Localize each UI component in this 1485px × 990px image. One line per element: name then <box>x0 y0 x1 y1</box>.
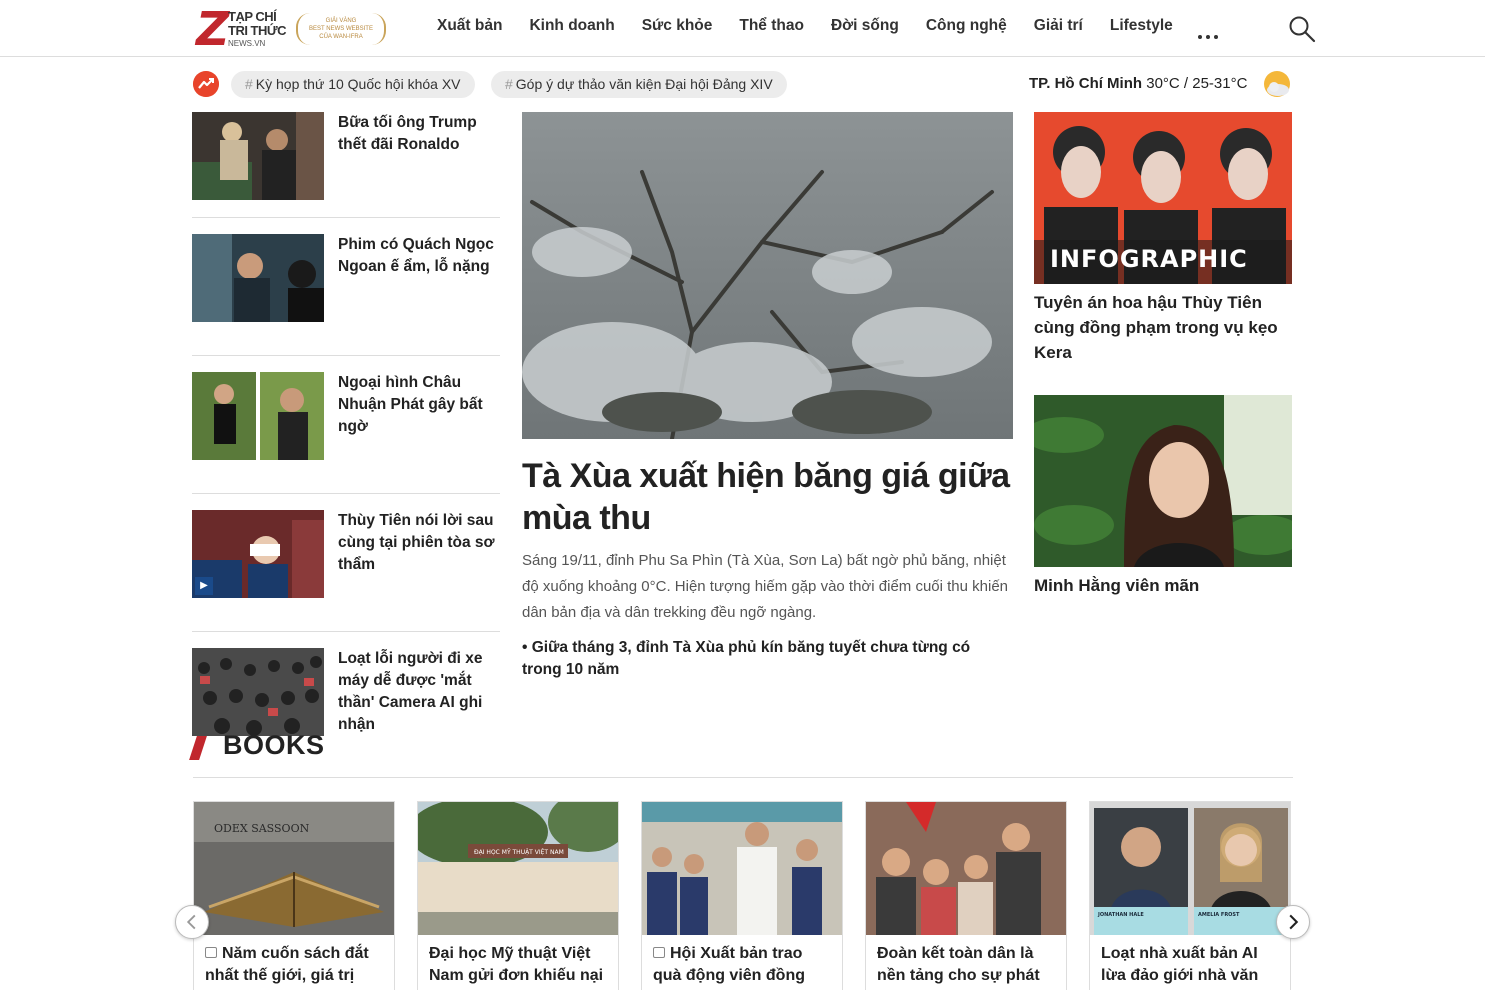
infographic-label: INFOGRAPHIC <box>1050 245 1248 273</box>
book-card[interactable]: Hội Xuất bản trao quà động viên đồng <box>641 801 843 990</box>
carousel-prev-icon[interactable] <box>175 905 209 939</box>
list-item[interactable]: ▶ Thùy Tiên nói lời sau cùng tại phiên t… <box>192 510 500 632</box>
nav-item-xuat-ban[interactable]: Xuất bản <box>437 17 502 35</box>
card-title[interactable]: Năm cuốn sách đắt nhất thế giới, giá trị <box>205 945 369 984</box>
nav-item-cong-nghe[interactable]: Công nghệ <box>926 17 1007 35</box>
video-play-icon[interactable]: ▶ <box>195 577 213 595</box>
hero-title[interactable]: Tà Xùa xuất hiện băng giá giữa mùa thu <box>522 455 1013 539</box>
trending-tag[interactable]: # Góp ý dự thảo văn kiện Đại hội Đảng XIV <box>491 71 787 98</box>
article-title[interactable]: Loạt lỗi người đi xe máy dễ được 'mắt th… <box>338 648 500 736</box>
card-image[interactable] <box>866 802 1066 935</box>
weather-widget[interactable]: TP. Hồ Chí Minh 30°C / 25-31°C <box>1029 75 1247 92</box>
card-title[interactable]: Loạt nhà xuất bản AI lừa đảo giới nhà vă… <box>1101 945 1258 984</box>
trending-icon <box>193 71 219 97</box>
weather-city: TP. Hồ Chí Minh <box>1029 75 1143 92</box>
card-title[interactable]: Đại học Mỹ thuật Việt Nam gửi đơn khiếu … <box>429 945 603 984</box>
list-item[interactable]: Ngoại hình Châu Nhuận Phát gây bất ngờ <box>192 372 500 494</box>
partly-cloudy-icon <box>1264 71 1290 97</box>
tag-label: Góp ý dự thảo văn kiện Đại hội Đảng XIV <box>515 76 773 92</box>
article-thumbnail[interactable] <box>1034 395 1292 567</box>
books-section-header: BOOKS <box>189 730 1293 778</box>
site-logo[interactable]: Z TẠP CHÍ TRI THỨC NEWS.VN <box>196 2 288 56</box>
person-name: JONATHAN HALE <box>1097 912 1144 918</box>
left-article-list: Bữa tối ông Trump thết đãi Ronaldo Phim … <box>192 112 500 770</box>
photo-icon <box>205 947 217 958</box>
article-thumbnail[interactable] <box>192 648 324 736</box>
card-title[interactable]: Hội Xuất bản trao quà động viên đồng <box>653 945 805 984</box>
card-image[interactable] <box>642 802 842 935</box>
article-thumbnail[interactable]: INFOGRAPHIC <box>1034 112 1292 284</box>
card-image[interactable]: JONATHAN HALE AMELIA FROST <box>1090 802 1290 935</box>
card-image[interactable]: ĐẠI HỌC MỸ THUẬT VIỆT NAM <box>418 802 618 935</box>
award-line: CỦA WAN-IFRA <box>319 34 363 40</box>
book-card[interactable]: JONATHAN HALE AMELIA FROST Loạt nhà xuất … <box>1089 801 1291 990</box>
nav-item-kinh-doanh[interactable]: Kinh doanh <box>529 17 614 35</box>
main-nav: Xuất bản Kinh doanh Sức khỏe Thể thao Đờ… <box>437 17 1200 35</box>
trending-tag[interactable]: # Kỳ họp thứ 10 Quốc hội khóa XV <box>231 71 475 98</box>
article-thumbnail[interactable] <box>192 372 324 460</box>
hash-icon: # <box>505 76 513 92</box>
article-thumbnail[interactable] <box>192 112 324 200</box>
hash-icon: # <box>245 76 253 92</box>
right-article[interactable]: Minh Hằng viên mãn <box>1034 395 1292 598</box>
nav-item-doi-song[interactable]: Đời sống <box>831 17 899 35</box>
photo-icon <box>653 947 665 958</box>
hero-image[interactable] <box>522 112 1013 439</box>
article-title[interactable]: Ngoại hình Châu Nhuận Phát gây bất ngờ <box>338 372 500 438</box>
nav-item-the-thao[interactable]: Thể thao <box>739 17 804 35</box>
article-thumbnail[interactable] <box>192 234 324 322</box>
article-title[interactable]: Phim có Quách Ngọc Ngoan ế ẩm, lỗ nặng <box>338 234 500 278</box>
award-line: GIẢI VÀNG <box>325 18 357 24</box>
card-image[interactable]: ODEX SASSOON <box>194 802 394 935</box>
books-carousel: ODEX SASSOON Năm cuốn sách đắt nhất thế … <box>193 801 1293 990</box>
carousel-next-icon[interactable] <box>1276 905 1310 939</box>
nav-item-giai-tri[interactable]: Giải trí <box>1034 17 1083 35</box>
person-name: AMELIA FROST <box>1198 912 1240 918</box>
article-title[interactable]: Tuyên án hoa hậu Thùy Tiên cùng đồng phạ… <box>1034 290 1292 365</box>
book-card[interactable]: ĐẠI HỌC MỸ THUẬT VIỆT NAM Đại học Mỹ thu… <box>417 801 619 990</box>
list-item[interactable]: Bữa tối ông Trump thết đãi Ronaldo <box>192 112 500 218</box>
search-icon[interactable] <box>1288 15 1316 43</box>
hero-description: Sáng 19/11, đỉnh Phu Sa Phìn (Tà Xùa, Sơ… <box>522 552 1009 621</box>
book-card[interactable]: ODEX SASSOON Năm cuốn sách đắt nhất thế … <box>193 801 395 990</box>
logo-line1: TẠP CHÍ <box>228 9 277 24</box>
book-card[interactable]: Đoàn kết toàn dân là nền tảng cho sự phá… <box>865 801 1067 990</box>
hero-related-link[interactable]: • Giữa tháng 3, đỉnh Tà Xùa phủ kín băng… <box>522 637 1013 681</box>
tag-label: Kỳ họp thứ 10 Quốc hội khóa XV <box>255 76 461 92</box>
right-article[interactable]: INFOGRAPHIC Tuyên án hoa hậu Thùy Tiên c… <box>1034 112 1292 365</box>
list-item[interactable]: Phim có Quách Ngọc Ngoan ế ẩm, lỗ nặng <box>192 234 500 356</box>
weather-temp: 30°C / 25-31°C <box>1146 75 1248 92</box>
logo-z-mark: Z <box>196 2 230 56</box>
site-header: Z TẠP CHÍ TRI THỨC NEWS.VN GIẢI VÀNG BES… <box>0 0 1485 57</box>
gate-sign: ĐẠI HỌC MỸ THUẬT VIỆT NAM <box>474 848 564 856</box>
more-menu-icon[interactable] <box>1198 26 1224 39</box>
logo-line3: NEWS.VN <box>228 39 266 48</box>
article-thumbnail[interactable]: ▶ <box>192 510 324 598</box>
section-title[interactable]: BOOKS <box>223 730 325 761</box>
article-title[interactable]: Minh Hằng viên mãn <box>1034 573 1292 598</box>
nav-item-lifestyle[interactable]: Lifestyle <box>1110 17 1173 35</box>
card-title[interactable]: Đoàn kết toàn dân là nền tảng cho sự phá… <box>877 945 1040 984</box>
award-badge: GIẢI VÀNG BEST NEWS WEBSITE CỦA WAN-IFRA <box>296 13 386 45</box>
article-title[interactable]: Thùy Tiên nói lời sau cùng tại phiên tòa… <box>338 510 500 576</box>
article-title[interactable]: Bữa tối ông Trump thết đãi Ronaldo <box>338 112 500 156</box>
nav-item-suc-khoe[interactable]: Sức khỏe <box>642 17 713 35</box>
award-line: BEST NEWS WEBSITE <box>309 26 373 32</box>
book-inscription: ODEX SASSOON <box>214 822 310 835</box>
logo-line2: TRI THỨC <box>228 23 287 38</box>
